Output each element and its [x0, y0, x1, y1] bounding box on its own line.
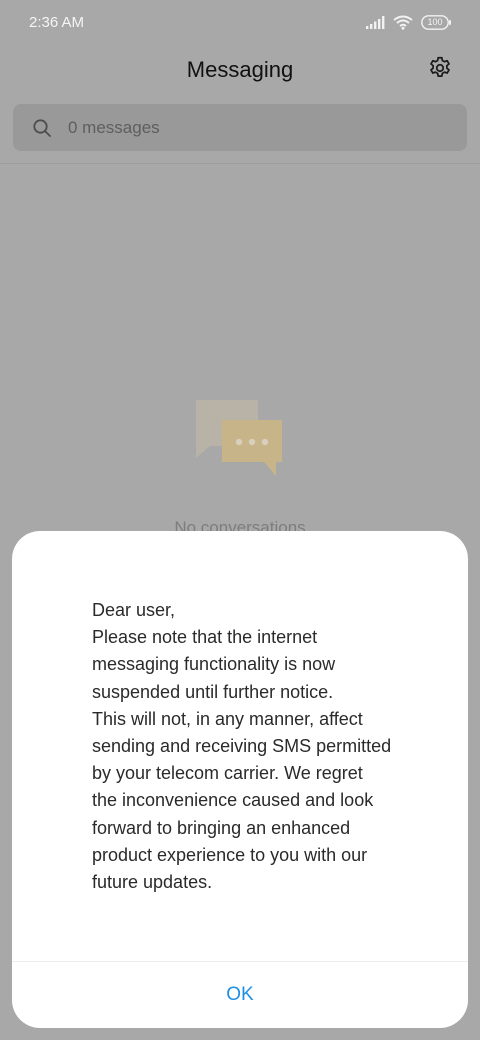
dialog-message: Dear user, Please note that the internet… [92, 597, 432, 896]
status-bar: 2:36 AM 100 [0, 0, 480, 44]
dialog-line: product experience to you with our [92, 844, 368, 865]
dialog-line: sending and receiving SMS permitted [92, 736, 392, 757]
status-icons: 100 [365, 14, 452, 30]
dialog-line: forward to bringing an enhanced [92, 817, 351, 838]
dialog-line: the inconvenience caused and look [92, 790, 374, 811]
dialog-line: Please note that the internet [92, 627, 318, 648]
gear-icon [427, 55, 453, 86]
dialog-line: messaging functionality is now [92, 654, 336, 675]
search-icon [32, 118, 52, 138]
search-input[interactable]: 0 messages [68, 118, 160, 138]
chat-bubbles-icon [194, 398, 286, 478]
dialog-line: future updates. [92, 872, 213, 893]
header-divider [0, 163, 480, 164]
notice-dialog: Dear user, Please note that the internet… [12, 531, 468, 1028]
settings-button[interactable] [426, 56, 454, 84]
search-bar[interactable]: 0 messages [13, 104, 467, 151]
app-header: Messaging [0, 44, 480, 96]
dialog-line: suspended until further notice. [92, 681, 334, 702]
battery-level: 100 [427, 16, 443, 27]
wifi-icon [393, 15, 413, 30]
dialog-line: by your telecom carrier. We regret [92, 763, 363, 784]
ok-button[interactable]: OK [12, 962, 468, 1028]
signal-icon [365, 15, 385, 29]
dialog-greeting: Dear user, [92, 600, 176, 620]
status-time: 2:36 AM [29, 13, 85, 31]
dialog-line: This will not, in any manner, affect [92, 708, 363, 729]
page-title: Messaging [186, 57, 294, 82]
battery-icon: 100 [421, 14, 452, 30]
